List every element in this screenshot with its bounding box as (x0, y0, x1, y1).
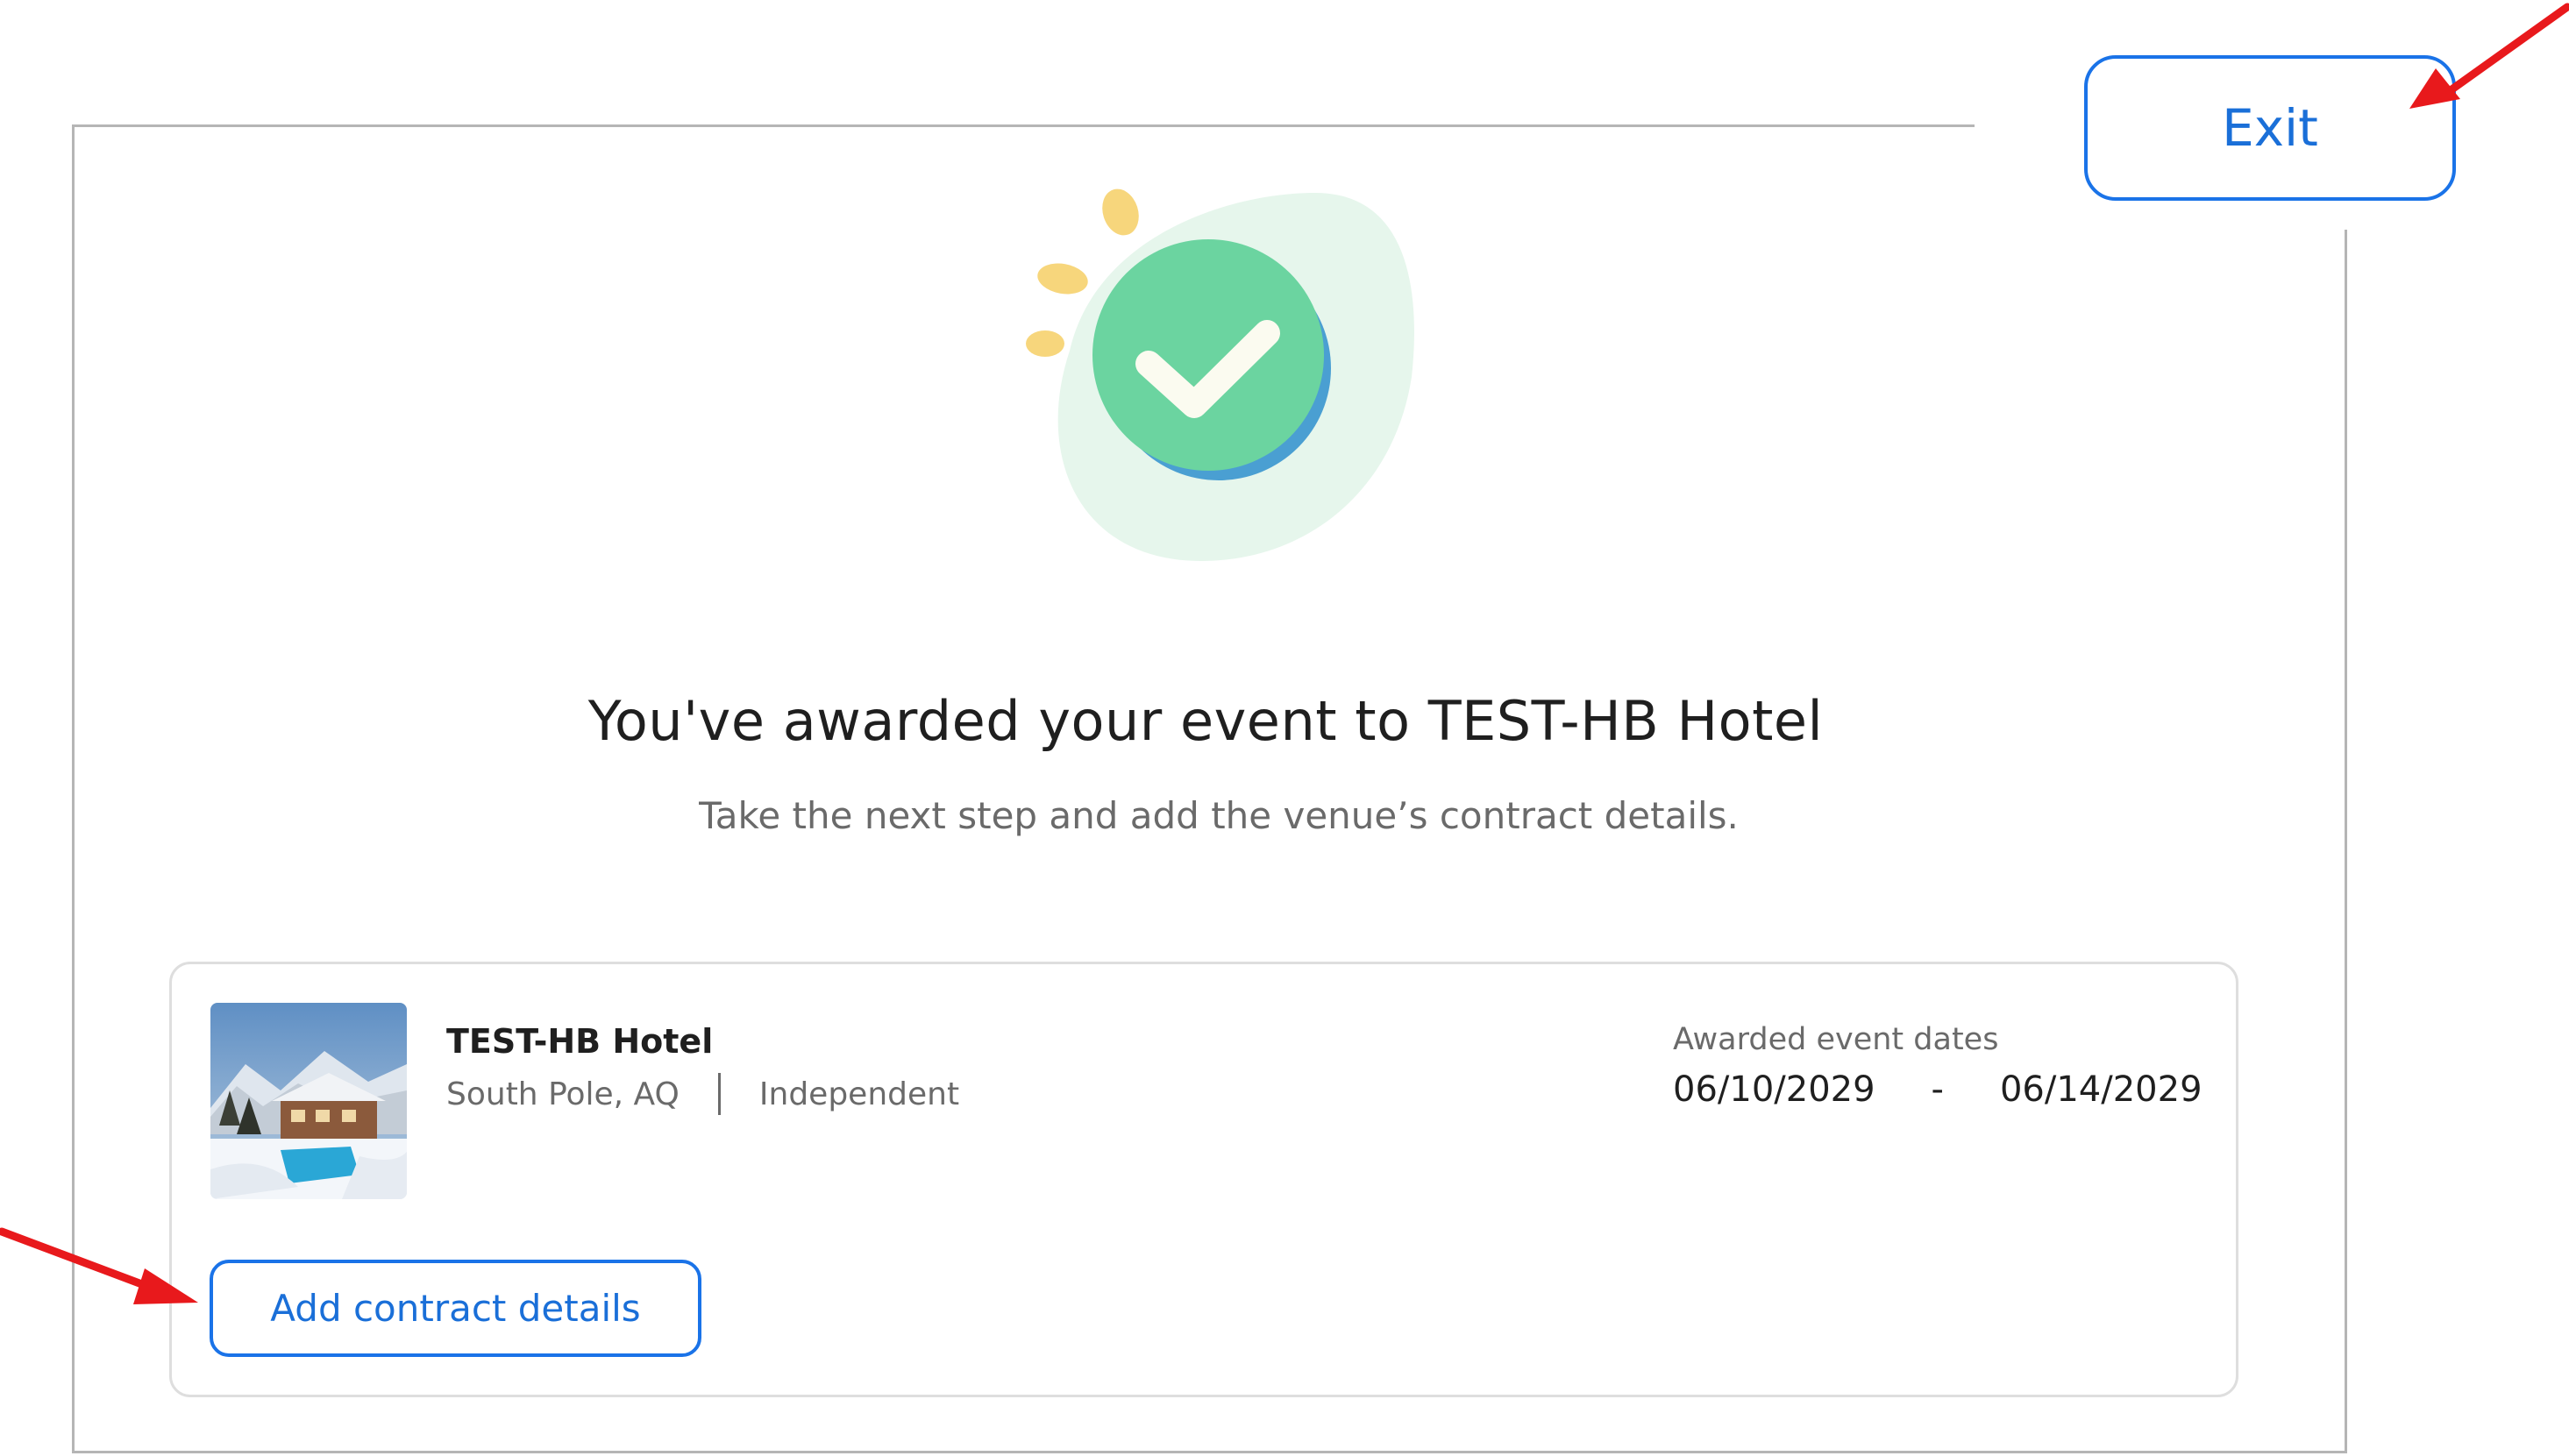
check-circle (1092, 239, 1324, 471)
sparkle-middle (1037, 263, 1088, 295)
hotel-photo-image (210, 1003, 407, 1199)
exit-button[interactable]: Exit (2084, 55, 2456, 201)
start-date: 06/10/2029 (1673, 1069, 1875, 1110)
award-confirmation-screen: Exit You've awarded your event to TEST-H… (0, 0, 2569, 1456)
awarded-dates: 06/10/2029 - 06/14/2029 (1673, 1069, 2203, 1110)
confirmation-headline: You've awarded your event to TEST-HB Hot… (587, 689, 1824, 753)
date-separator: - (1931, 1069, 1944, 1110)
end-date: 06/14/2029 (1999, 1069, 2203, 1110)
sparkle-bottom (1026, 330, 1064, 357)
meta-divider (717, 1073, 721, 1115)
confirmation-subtext: Take the next step and add the venue’s c… (699, 794, 1739, 837)
venue-meta: South Pole, AQ Independent (446, 1073, 959, 1115)
add-contract-details-button[interactable]: Add contract details (210, 1260, 701, 1357)
venue-name: TEST-HB Hotel (446, 1022, 714, 1061)
panel-border-top (72, 124, 1975, 127)
venue-type: Independent (758, 1076, 960, 1112)
sparkle-top (1102, 188, 1139, 236)
panel-border-left (72, 124, 75, 1453)
venue-card: TEST-HB Hotel South Pole, AQ Independent… (169, 962, 2238, 1397)
venue-photo (210, 1003, 407, 1199)
success-illustration (1026, 188, 1414, 561)
panel-border-right (2345, 230, 2347, 1453)
awarded-dates-label: Awarded event dates (1673, 1022, 1999, 1057)
panel-border-bottom (72, 1451, 2347, 1453)
venue-location: South Pole, AQ (446, 1076, 680, 1112)
